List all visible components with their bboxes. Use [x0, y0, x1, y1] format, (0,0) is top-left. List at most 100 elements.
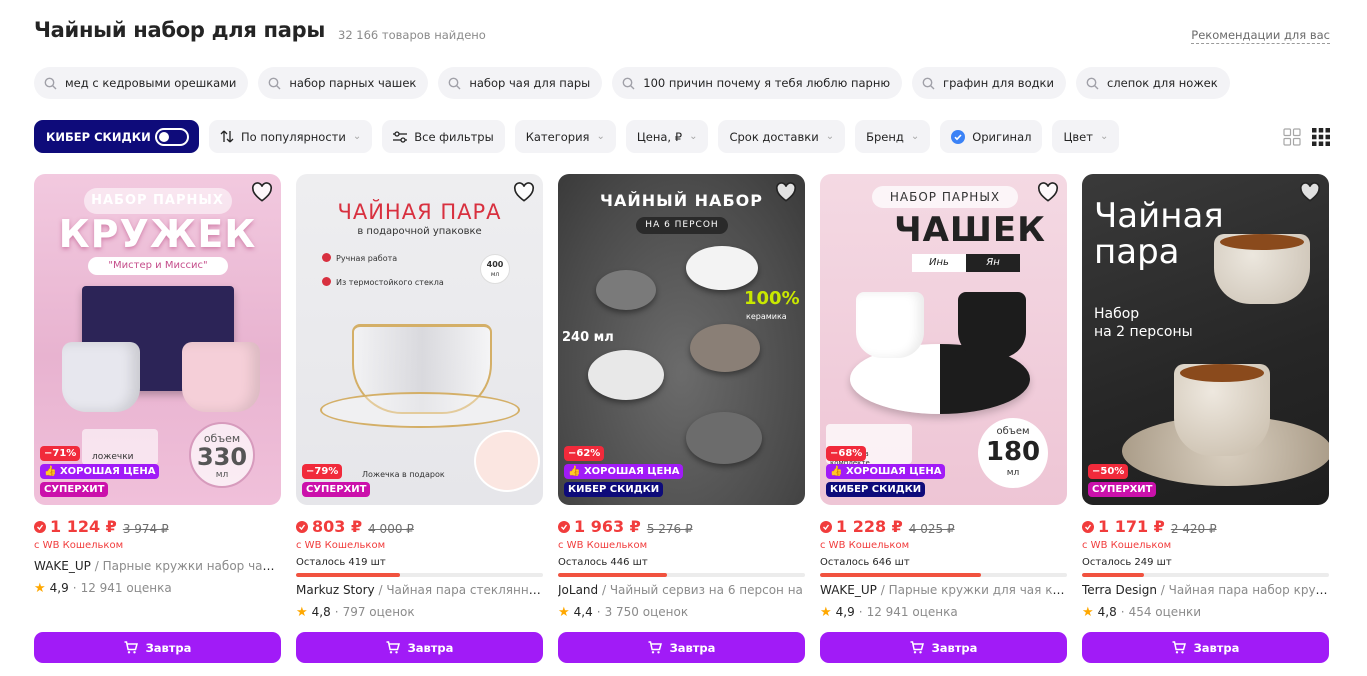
suggestion-chip[interactable]: мед с кедровыми орешками [34, 67, 249, 99]
search-icon [44, 77, 57, 89]
suggestion-chip[interactable]: графин для водки [912, 67, 1066, 99]
product-image[interactable]: НАБОР ПАРНЫХ КРУЖЕК "Мистер и Миссис" ло… [34, 174, 281, 505]
stock-fill [1082, 573, 1144, 577]
toggle-switch[interactable] [155, 127, 189, 146]
chevron-down-icon: ⌄ [689, 131, 698, 142]
good-price-badge: 👍 ХОРОШАЯ ЦЕНА [40, 464, 160, 479]
product-title[interactable]: JoLand / Чайный сервиз на 6 персон на [558, 583, 805, 599]
superhit-badge: СУПЕРХИТ [302, 482, 371, 497]
chip-label: графин для водки [943, 76, 1054, 90]
price-row: 803 ₽ 4 000 ₽ [296, 517, 543, 537]
rating-value: 4,9 [49, 581, 69, 595]
brand-name: Markuz Story [296, 583, 375, 597]
tea-top [1220, 234, 1304, 250]
favorite-icon[interactable] [1037, 182, 1059, 202]
superhit-badge: СУПЕРХИТ [1088, 482, 1157, 497]
product-card[interactable]: НАБОР ПАРНЫХ КРУЖЕК "Мистер и Миссис" ло… [34, 174, 281, 663]
product-description: Чайная пара стеклянная [386, 583, 543, 597]
product-title[interactable]: WAKE_UP / Парные кружки набор чашек [34, 559, 281, 575]
wallet-icon [820, 520, 832, 533]
product-card[interactable]: ЧАЙНЫЙ НАБОР НА 6 ПЕРСОН 240 мл 100% кер… [558, 174, 805, 663]
rating-value: 4,9 [835, 605, 855, 619]
image-caption: Чайная [1094, 196, 1224, 236]
discount-badge: −68% [826, 446, 867, 461]
separator: / [374, 583, 387, 597]
price-filter-label: Цена, ₽ [636, 129, 683, 144]
image-caption: 400 [486, 260, 504, 269]
old-price: 5 276 ₽ [646, 521, 693, 536]
grid-large-icon[interactable] [1283, 128, 1301, 146]
cyber-discounts-toggle[interactable]: КИБЕР СКИДКИ [34, 120, 199, 153]
add-to-cart-button[interactable]: Завтра [558, 632, 805, 663]
product-title[interactable]: Markuz Story / Чайная пара стеклянная [296, 583, 543, 599]
product-image[interactable]: ЧАЙНАЯ ПАРА в подарочной упаковке Ручная… [296, 174, 543, 505]
rating: ★ 4,4 · 3 750 оценок [558, 604, 805, 620]
cup-black [958, 292, 1026, 358]
price: 803 ₽ [296, 517, 362, 536]
buy-label: Завтра [931, 640, 978, 655]
image-caption: КРУЖЕК [58, 212, 257, 256]
add-to-cart-button[interactable]: Завтра [34, 632, 281, 663]
price-filter[interactable]: Цена, ₽ ⌄ [625, 120, 709, 153]
product-description: Парные кружки для чая кофе [888, 583, 1067, 597]
product-card[interactable]: НАБОР ПАРНЫХ ЧАШЕК Инь Ян ложечки в комп… [820, 174, 1067, 663]
wallet-icon [296, 520, 308, 533]
chip-label: 100 причин почему я тебя люблю парню [643, 76, 891, 90]
delivery-filter[interactable]: Срок доставки ⌄ [718, 120, 846, 153]
sort-button[interactable]: По популярности ⌄ [209, 120, 373, 153]
rating-value: 4,8 [311, 605, 331, 619]
favorite-icon[interactable] [251, 182, 273, 202]
image-caption: 240 мл [562, 330, 614, 345]
add-to-cart-button[interactable]: Завтра [820, 632, 1067, 663]
badge-group: −79% СУПЕРХИТ [302, 464, 371, 497]
cyber-discounts-label: КИБЕР СКИДКИ [46, 129, 151, 144]
product-image[interactable]: ЧАЙНЫЙ НАБОР НА 6 ПЕРСОН 240 мл 100% кер… [558, 174, 805, 505]
separator: · [72, 581, 77, 595]
product-card[interactable]: Чайная пара Набор на 2 персоны −50% СУПЕ… [1082, 174, 1329, 663]
stock-left: Осталось 249 шт [1082, 557, 1172, 568]
suggestion-chip[interactable]: набор чая для пары [438, 67, 603, 99]
rating: ★ 4,8 · 454 оценки [1082, 604, 1329, 620]
category-filter[interactable]: Категория ⌄ [514, 120, 616, 153]
product-title[interactable]: Terra Design / Чайная пара набор кружек [1082, 583, 1329, 599]
cup-white [588, 350, 664, 400]
all-filters-button[interactable]: Все фильтры [382, 120, 505, 153]
price-value: 1 171 ₽ [1098, 517, 1165, 536]
image-caption: Ложечка в подарок [362, 470, 445, 479]
rating-value: 4,8 [1097, 605, 1117, 619]
original-label: Оригинал [972, 129, 1032, 144]
gift-photo [474, 430, 540, 492]
suggestion-chip[interactable]: набор парных чашек [258, 67, 429, 99]
add-to-cart-button[interactable]: Завтра [296, 632, 543, 663]
product-image[interactable]: Чайная пара Набор на 2 персоны −50% СУПЕ… [1082, 174, 1329, 505]
image-caption: на 2 персоны [1094, 324, 1193, 340]
chip-label: набор чая для пары [469, 76, 591, 90]
badge-group: −71% 👍 ХОРОШАЯ ЦЕНА СУПЕРХИТ [40, 446, 160, 497]
good-price-badge: 👍 ХОРОШАЯ ЦЕНА [564, 464, 684, 479]
product-description: Чайная пара набор кружек [1168, 583, 1329, 597]
brand-filter[interactable]: Бренд ⌄ [855, 120, 931, 153]
cart-icon [910, 641, 924, 654]
stock-left: Осталось 419 шт [296, 557, 386, 568]
product-image[interactable]: НАБОР ПАРНЫХ ЧАШЕК Инь Ян ложечки в комп… [820, 174, 1067, 505]
price-value: 803 ₽ [312, 517, 363, 536]
suggestion-chip[interactable]: слепок для ножек [1075, 67, 1230, 99]
original-filter[interactable]: Оригинал [940, 120, 1043, 153]
product-card[interactable]: ЧАЙНАЯ ПАРА в подарочной упаковке Ручная… [296, 174, 543, 663]
favorite-icon[interactable] [513, 182, 535, 202]
add-to-cart-button[interactable]: Завтра [1082, 632, 1329, 663]
stock-fill [558, 573, 667, 577]
favorite-icon[interactable] [775, 182, 797, 202]
suggestion-chip[interactable]: 100 причин почему я тебя люблю парню [612, 67, 903, 99]
cup-white [856, 292, 924, 358]
recommendations-link[interactable]: Рекомендации для вас [1191, 28, 1330, 44]
image-caption: 180 [985, 437, 1041, 467]
image-caption: мл [215, 470, 229, 480]
image-caption: Инь [929, 257, 949, 268]
grid-small-icon[interactable] [1312, 128, 1330, 146]
price: 1 228 ₽ [820, 517, 903, 536]
product-title[interactable]: WAKE_UP / Парные кружки для чая кофе [820, 583, 1067, 599]
color-filter[interactable]: Цвет ⌄ [1052, 120, 1120, 153]
chevron-down-icon: ⌄ [352, 131, 362, 142]
favorite-icon[interactable] [1299, 182, 1321, 202]
